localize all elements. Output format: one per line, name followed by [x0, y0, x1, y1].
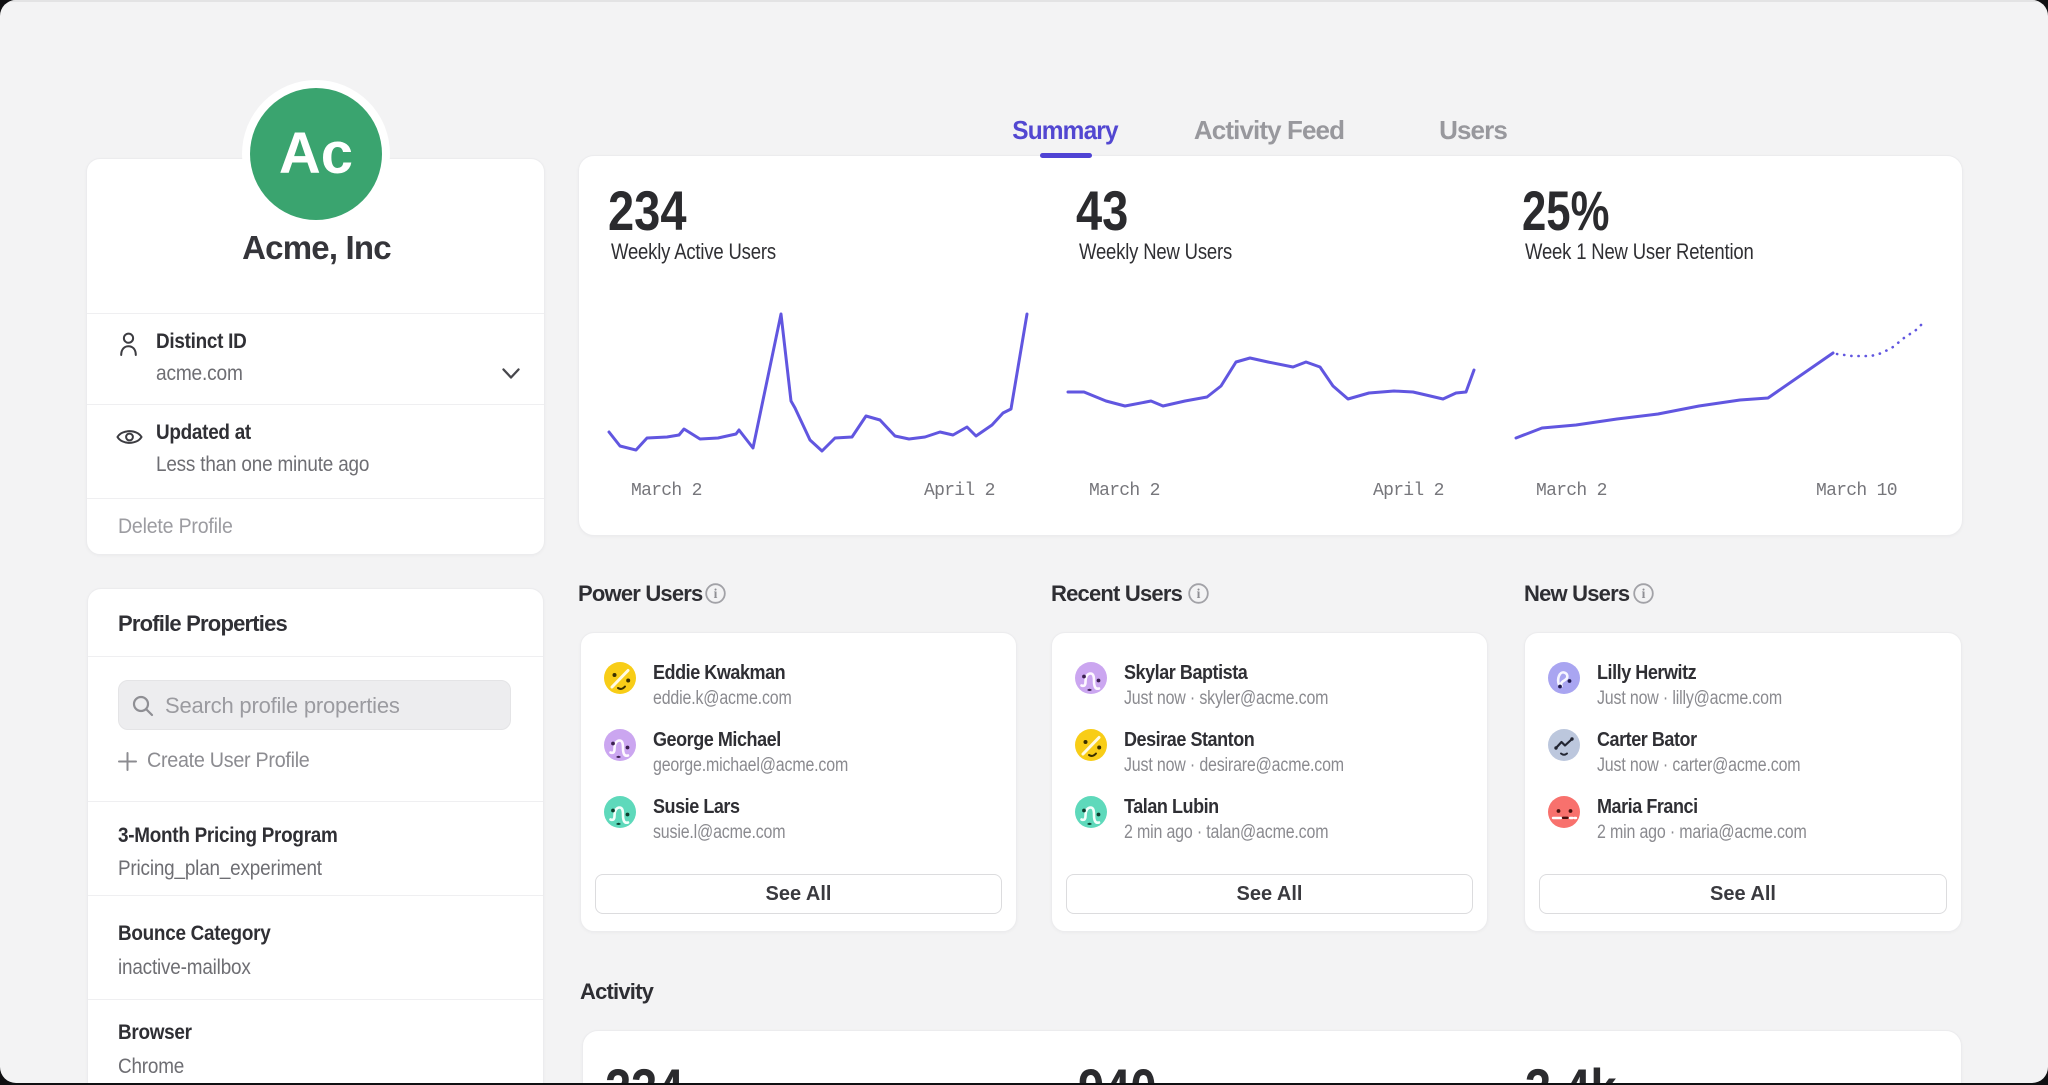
svg-text:i: i	[1197, 586, 1201, 601]
svg-text:i: i	[714, 586, 718, 601]
svg-text:i: i	[1642, 586, 1646, 601]
